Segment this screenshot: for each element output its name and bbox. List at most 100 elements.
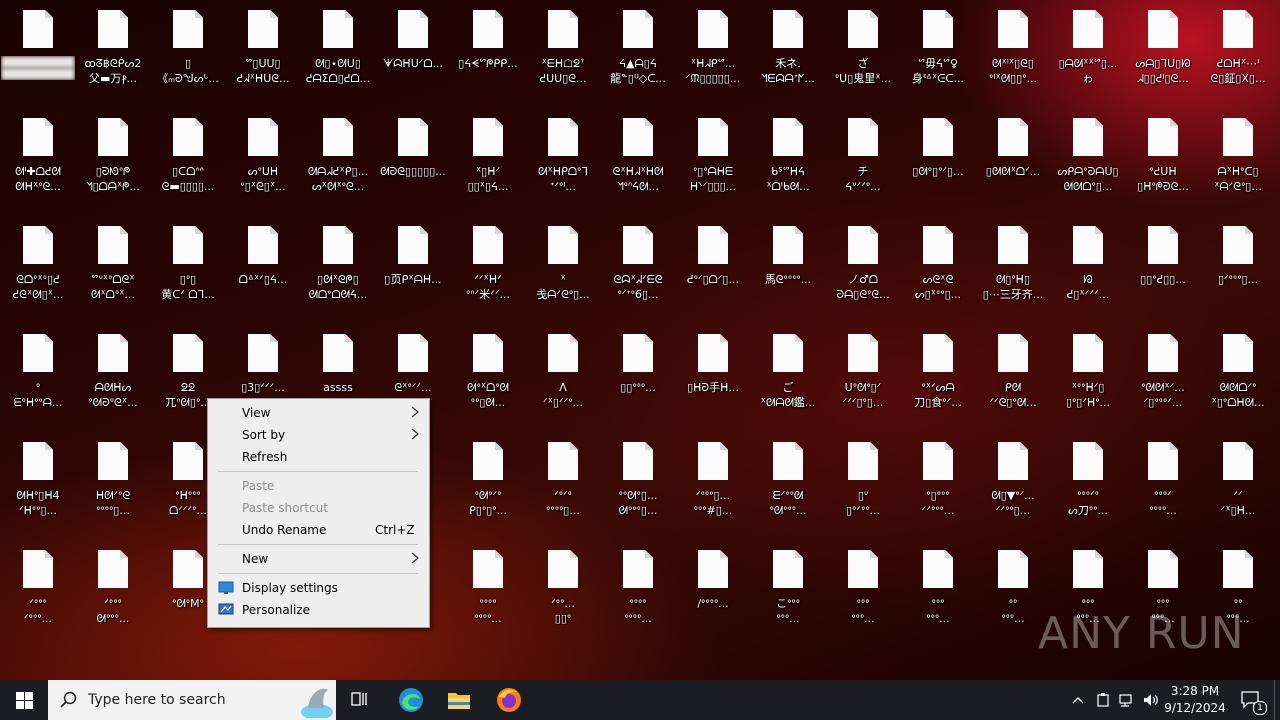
desktop-file-icon[interactable]: ᕍᐤᐟ▯ᗝᐟ▯... [677,216,749,316]
desktop-file-icon[interactable]: ᐤᘛᐤᐟᐤ ᑭ▯ᐤ▯ᐤ... [452,432,524,532]
desktop-file-icon[interactable]: ᘛᕽᑊᕽ▯ᘓ▯ ᐤᑊᕽᘛ▯▯ᐤ... [977,0,1049,100]
desktop-file-icon[interactable]: ᔕᗩ▯ᒣᑌ▯ᘗ ᖽ▯▯ᕍᑊ▯ᘓ... [1127,0,1199,100]
desktop-file-icon[interactable]: ▯ 《ₘᘒᖑᔕᒡ... [152,0,224,100]
desktop-file-icon[interactable]: ᑌᐤᘛᐤ▯ᐟ ᐟᐟᐟ▯ᐤ▯... [827,324,899,424]
desktop-file-icon[interactable]: ▯ᗩᘛᕽᕽᔥ▯... ゎ [1052,0,1124,100]
desktop-file-icon[interactable]: ᔕᑭᗩᐤᘒᗩᑌ▯ ᘛᘛᗝᐤ▯... [1052,108,1124,208]
desktop-file-icon[interactable]: ᘓᕽᕼᖽᕽᕼᘛ ᖿᐤᐢᔦᘛ... [602,108,674,208]
menu-item-paste-shortcut[interactable]: Paste shortcut [208,497,429,519]
desktop-file-icon[interactable]: ᑭᘛ ᐟᐟᘓ▯ᐤᘛ... [977,324,1049,424]
desktop-file-icon[interactable]: ᐟᐤᐟᐤ ᐤᐤᐤᐤ▯... [527,432,599,532]
desktop-file-icon[interactable]: ざ ᐤᑌ▯鬼里ᕽ... [827,0,899,100]
desktop-file-icon[interactable]: ▯ᐤ▯ 黄ᑕᐟ ᗝᒣ... [152,216,224,316]
desktop-file-icon[interactable]: /ᐤᐤᐤᐤ... [677,540,749,640]
desktop-file-icon[interactable]: ▯ᘛᐤ▯ᐤᐟ▯... [902,108,974,208]
desktop-file-icon[interactable]: ᐟᐤᐤ... ▯▯ᐤ [527,540,599,640]
desktop-file-icon[interactable]: ▯▯ᐤᐤᐤ... [602,324,674,424]
taskbar-clock[interactable]: 3:28 PM 9/12/2024 [1160,683,1230,717]
desktop-file-icon[interactable]: ▯页ᑭᕽᗩᕼ... [377,216,449,316]
desktop-file-icon[interactable]: こᐤᐤᐤ ᐤᐤᐤ... [752,540,824,640]
desktop-file-icon[interactable]: ᐤᐤᐤᐤ ᐤᐤᐤᐤ... [602,540,674,640]
desktop-file-icon[interactable]: ᐤᐤᘛᐤ▯... ᘛᐤᐤᐤ▯... [602,432,674,532]
desktop-file-icon[interactable]: チ ᔦᐡᐟᐟᐤ... [827,108,899,208]
desktop-file-icon[interactable]: ᐤᘛᘛᕽᐟ... ᐟ▯ᐤᐤᐤᐟ... [1127,324,1199,424]
desktop[interactable]: ꝏᘔ฿ᘓᑮᔕ2 父▬万ⳁ... ▯ 《ₘᘒᖑᔕᒡ... ᔥ▯ᑌᑌ▯ ᕍᖽᕽᕼᑌᘓ... ᘛ▯… [0,0,1280,680]
desktop-file-icon[interactable]: ᘓᗣᕽᖽᐟᗴᘓ ᐤᐟᐩᐤ6▯... [602,216,674,316]
desktop-file-icon[interactable]: ᑲᔆᔥᕼᔦ ᕽᗝᑊᑲᘛ... [752,108,824,208]
action-center-button[interactable]: 1 [1234,680,1268,720]
task-view-button[interactable] [340,680,380,720]
desktop-file-icon[interactable]: ᘛ▯▼ᐤᐟ... ᐟᐟᐤᐤ▯... [977,432,1049,532]
desktop-file-icon[interactable]: ᘛᗩᖽᕍᕽᑭ▯... ᔕᕽᘛᕽᐤᘓ... [302,108,374,208]
desktop-file-icon[interactable]: ᐟᐟᕽᕼᐟ ᐤᐢᐟ米ᐟᐟ... [452,216,524,316]
firefox-taskbar-button[interactable] [488,680,530,720]
desktop-file-icon[interactable]: ᐤᕍᑌᕼ ▯ᕼᐤᖘᘒᘓ... [1127,108,1199,208]
desktop-file-icon[interactable]: ᗩᘛᕼᔕ ᐤᘛᘒᐤᘓᕽ... [77,324,149,424]
desktop-file-icon[interactable]: ▯ᘛᕽᘓᖘ▯ ᘛᗝᐤᗝᘛᔦ... [302,216,374,316]
desktop-file-icon[interactable]: ᘛ▯ᐤᕼ▯ ▯⋯三牙齐... [977,216,1049,316]
desktop-file-icon[interactable]: ᕽᕼᖽᑭᔥ... ᐟᙏ▯▯▯▯▯... [677,0,749,100]
desktop-file-icon[interactable]: ᐤᐤᐤ ᐤᐤᐤ... [827,540,899,640]
desktop-file-icon[interactable]: ᕽ 戋ᗩᐟᘓᐤ▯... [527,216,599,316]
desktop-file-icon[interactable]: ᐟᐤᐤᐤ▯... ᐤᐤᐤ#▯... [677,432,749,532]
start-button[interactable] [0,680,48,720]
desktop-file-icon[interactable]: ᗩᕽᕼᐤᑕ▯ ᕽᗩᐟᘓᐤ▯... [1202,108,1274,208]
desktop-file-icon[interactable]: ᘛᘛᗝᐟᐤ ᕽ▯ᐤᗝᕼᘛ... [1202,324,1274,424]
desktop-file-icon[interactable]: ᘛᑊ✚ᗝᕍᘛ ᘛᕼᕽᐤᘓ... [2,108,74,208]
desktop-file-icon[interactable]: ▯▯ᐤᕍ▯▯... [1127,216,1199,316]
desktop-file-icon[interactable]: ᘓᗝᐤᕽᐤ▯ᕍ ᕍᘓᕽᘛ▯ᕽ... [2,216,74,316]
desktop-file-icon[interactable]: ᐤᐤᐤᐤ ᐤᐤᐤᐤ... [452,540,524,640]
menu-item-paste[interactable]: Paste [208,475,429,497]
desktop-file-icon[interactable]: ᗴᐟᐤᐤᘛ ᐤᘛᐤᐤᐤ... [752,432,824,532]
desktop-file-icon[interactable]: ᘛᘒᘓ▯▯▯▯▯... [377,108,449,208]
desktop-file-icon[interactable]: ᔕᘓᕽᘓ ᔕ▯ᕽᐤᐤ▯... [902,216,974,316]
desktop-file-icon[interactable]: ▯ᘒᘚᐤᖘ ᖿ▯ᗝᗩᕽᖘ... [77,108,149,208]
desktop-file-icon[interactable]: ▯ᐟᐤᐤᐤ▯... [1202,216,1274,316]
desktop-file-icon[interactable]: ᐟᐤᐤᐤ ᘛᐤᐤᐤ... [77,540,149,640]
show-hidden-icons-button[interactable] [1066,680,1090,720]
desktop-file-icon[interactable]: ᘛ▯⋆ᘛᑌ▯ ᕍᗩΣᗝ▯ᕍᗝ... [302,0,374,100]
desktop-file-icon[interactable] [1,0,75,100]
desktop-file-icon[interactable]: 馬ᘓᐤᐤᐤᐤ... [752,216,824,316]
menu-item-view[interactable]: View [208,402,429,424]
desktop-file-icon[interactable]: ご ᕽᘛᗩᘛ鑑... [752,324,824,424]
desktop-file-icon[interactable]: ᕽᐤᐤᕼᐟ▯ ▯ᐤ▯ᐟᕼᐤ... [1052,324,1124,424]
desktop-file-icon[interactable]: ᐤ ᗴᐤᕼᐤᐤᗩ... [2,324,74,424]
desktop-file-icon[interactable]: ᘛᕼᐤ▯ᕼ4 ᐟᕼᐤᐤ▯... [2,432,74,532]
desktop-file-icon[interactable]: ▯ᘛᘛᕽᗝᐟ... [977,108,1049,208]
menu-item-sort-by[interactable]: Sort by [208,424,429,446]
menu-item-new[interactable]: New [208,548,429,570]
edge-taskbar-button[interactable] [390,680,432,720]
desktop-file-icon[interactable]: ᘛᐤᕽᗝᐤᘛ ᐤᐤ▯ᘛ... [452,324,524,424]
desktop-file-icon[interactable]: 禾ネ. ᖿᗴᗣᗩᐩᖼ... [752,0,824,100]
desktop-file-icon[interactable]: ᔥ▯ᑌᑌ▯ ᕍᖽᕽᕼᑌᘓ... [227,0,299,100]
desktop-file-icon[interactable]: ▯ᔦᗕᔥᖘᑭᑭ... [452,0,524,100]
desktop-file-icon[interactable]: ᐤᐤᐤᐟ ᐤᐤᐤᐤ... [1127,432,1199,532]
desktop-file-icon[interactable]: ᐤᐤᐤ ᐤᐤᐤ... [902,540,974,640]
desktop-file-icon[interactable]: ᐟᐤᐤᐤ ᐟᐤᐤᐤ... [2,540,74,640]
desktop-file-icon[interactable]: ᕍᗝᕼᕽ⋯ᑊ ᘓ▯鉦▯X▯... [1202,0,1274,100]
taskbar-search-box[interactable]: Type here to search [48,680,336,720]
desktop-file-icon[interactable]: ᐤ▯ᐤᐤᐤ ᐟᐟᐤᐤᐤ... [902,432,974,532]
desktop-file-icon[interactable]: ▯ᐡ ▯ᐤᐟᐤᐤ... [827,432,899,532]
desktop-file-icon[interactable]: ノ♂ᗝ ᘒᗩ▯ᘓᐤᘓ... [827,216,899,316]
desktop-file-icon[interactable]: ᐟᐟ ᐟᕽ▯ᕼ... [1202,432,1274,532]
desktop-file-icon[interactable]: ᕽ▯ᕼᐟ ▯▯ᕽ▯ᔦ... [452,108,524,208]
file-explorer-taskbar-button[interactable] [438,680,480,720]
desktop-file-icon[interactable]: ᗖᗣᕼᑌᐟᗝ... [377,0,449,100]
menu-item-personalize[interactable]: Personalize [208,599,429,621]
desktop-file-icon[interactable]: ᘛᕽᕼᑭᗝᐤᒣ ᐩᐟᐤᑊ... [527,108,599,208]
menu-item-undo-rename[interactable]: Undo Rename Ctrl+Z [208,519,429,541]
show-desktop-strip[interactable] [1274,680,1275,720]
menu-item-refresh[interactable]: Refresh [208,446,429,468]
desktop-file-icon[interactable]: ᕼᘛᐟᐤᘓ ᐤᐤᐤᐤ▯... [77,432,149,532]
tray-network-button[interactable] [1116,680,1138,720]
tray-device-button[interactable] [1092,680,1114,720]
tray-volume-button[interactable] [1140,680,1162,720]
desktop-file-icon[interactable]: ᔦ▲ᗩ▯ᔦ 龍ᓐ▯ᓑ◇ᑕ... [602,0,674,100]
desktop-file-icon[interactable]: ᐤᕽᐟᔕᗩ 刀▯食ᐤᐟ... [902,324,974,424]
desktop-file-icon[interactable]: ▯ᕼᘒ手ᕼ... [677,324,749,424]
desktop-file-icon[interactable]: ᐤᐤᐤᐟᐤ ᔕ刀ᐤᐤ... [1052,432,1124,532]
menu-item-display-settings[interactable]: Display settings [208,577,429,599]
desktop-file-icon[interactable]: ᘗ ᕍ▯ᕽᐟᐟᐟ... [1052,216,1124,316]
